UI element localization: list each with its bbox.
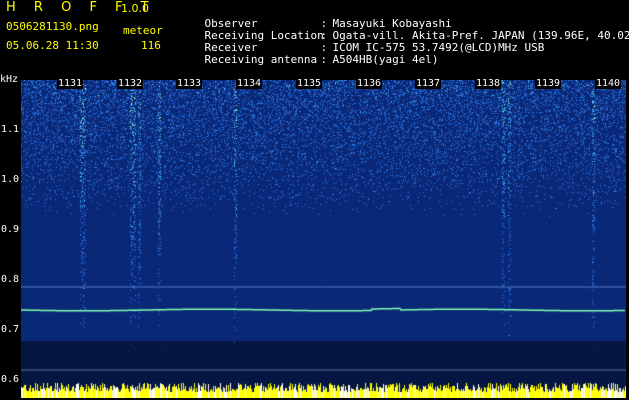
time-tick-label: 1135: [296, 78, 323, 89]
time-tick-label: 1132: [117, 78, 144, 89]
spectrogram-panel: kHz 1.1 1.0 0.9 0.8 0.7 0.6 1131 1132 11…: [0, 74, 629, 400]
info-value: A504HB(yagi 4el): [332, 53, 439, 66]
freq-tick-label: 0.7: [1, 324, 20, 335]
frequency-axis: kHz 1.1 1.0 0.9 0.8 0.7 0.6: [0, 74, 21, 400]
time-tick-label: 1136: [356, 78, 383, 89]
freq-tick-label: 0.6: [1, 374, 20, 385]
time-tick-label: 1138: [475, 78, 502, 89]
freq-tick-label: 1.0: [1, 174, 20, 185]
time-tick-label: 1131: [57, 78, 84, 89]
time-tick-label: 1139: [535, 78, 562, 89]
time-tick-label: 1133: [176, 78, 203, 89]
file-name: 0506281130.png: [6, 20, 99, 33]
meteor-count: 116: [141, 39, 161, 52]
freq-tick-label: 0.8: [1, 274, 20, 285]
app-version: 1.0.0: [121, 2, 149, 15]
mode-label: meteor: [123, 24, 163, 37]
freq-tick-label: 0.9: [1, 224, 20, 235]
time-tick-label: 1134: [236, 78, 263, 89]
spectrogram-image: [21, 80, 626, 398]
freq-tick-label: 1.1: [1, 124, 20, 135]
info-antenna: Receiving antenna: A504HB(yagi 4el): [178, 40, 439, 79]
frequency-unit-label: kHz: [0, 74, 19, 85]
info-separator: :: [320, 53, 334, 66]
info-key: Receiving antenna: [204, 53, 318, 66]
capture-datetime: 05.06.28 11:30: [6, 39, 99, 52]
time-tick-label: 1140: [595, 78, 622, 89]
hrofft-window: H R O F F T 1.0.0 0506281130.png meteor …: [0, 0, 629, 400]
time-tick-label: 1137: [415, 78, 442, 89]
